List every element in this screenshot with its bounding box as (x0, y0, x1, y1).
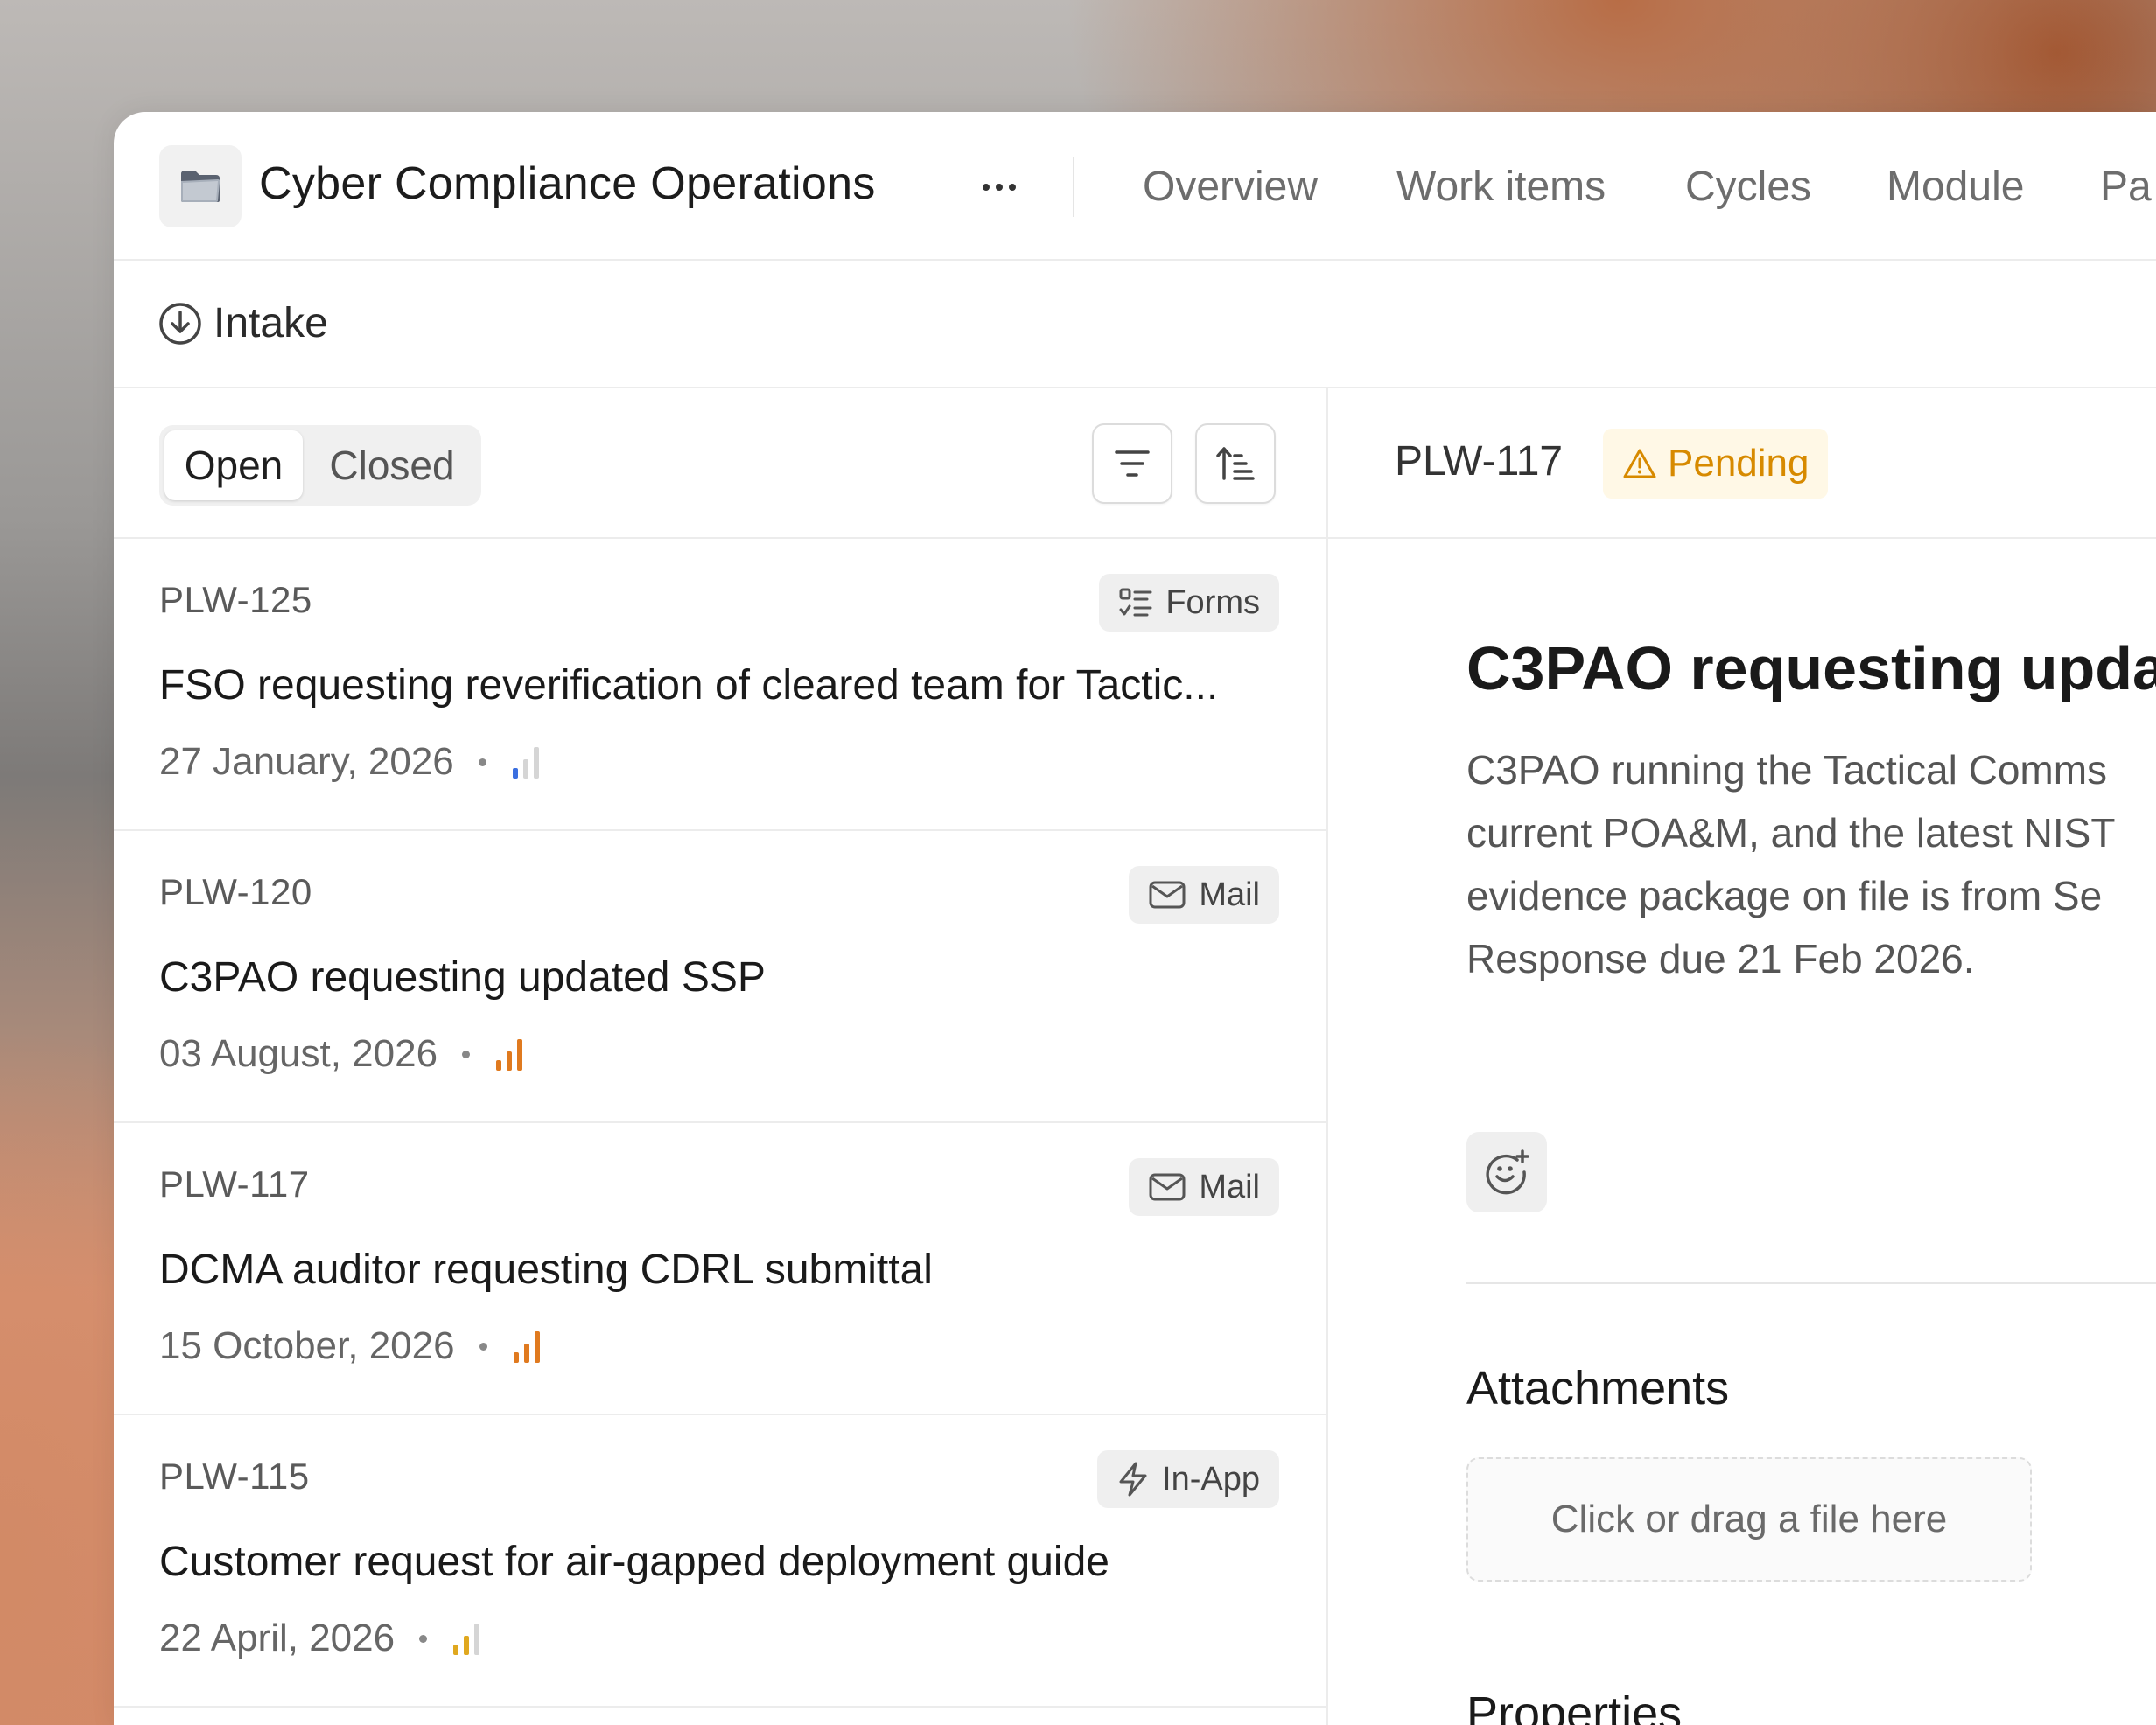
file-dropzone[interactable]: Click or drag a file here (1466, 1457, 2032, 1582)
item-meta: 15 October, 2026 (159, 1324, 543, 1368)
filter-icon (1115, 450, 1150, 477)
detail-panel: PLW-117 Pending C3PAO requesting updat C… (1328, 388, 2156, 1725)
intake-header: Intake (114, 261, 2156, 388)
tab-overview[interactable]: Overview (1143, 163, 1318, 211)
app-window: Cyber Compliance Operations Overview Wor… (114, 112, 2156, 1725)
mail-icon (1149, 881, 1186, 909)
separator-dot (462, 1050, 471, 1058)
segment-open[interactable]: Open (164, 430, 303, 500)
detail-title[interactable]: C3PAO requesting updat (1466, 633, 2156, 703)
item-title: FSO requesting reverification of cleared… (159, 662, 1219, 709)
tab-cycles[interactable]: Cycles (1685, 163, 1811, 211)
list-item[interactable]: PLW-115 In-App Customer request for air-… (114, 1415, 1326, 1708)
tab-work-items[interactable]: Work items (1396, 163, 1606, 211)
item-date: 27 January, 2026 (159, 740, 454, 783)
folder-icon[interactable] (159, 145, 242, 227)
detail-description[interactable]: C3PAO running the Tactical Comms current… (1466, 738, 2156, 990)
intake-title: Intake (214, 300, 328, 346)
source-label: Forms (1166, 583, 1260, 621)
list-item[interactable]: PLW-117 Mail DCMA auditor requesting CDR… (114, 1123, 1326, 1415)
separator-dot (479, 1342, 487, 1351)
warning-icon (1623, 449, 1656, 478)
item-meta: 27 January, 2026 (159, 740, 542, 784)
intake-list-panel: Open Closed PLW-125 Forms FSO requesting… (114, 388, 1328, 1725)
project-title[interactable]: Cyber Compliance Operations (259, 157, 876, 210)
item-id: PLW-117 (159, 1163, 310, 1205)
more-icon (983, 184, 1016, 191)
source-badge: Mail (1129, 1158, 1279, 1216)
item-id: PLW-125 (159, 579, 312, 620)
source-label: In-App (1162, 1460, 1260, 1498)
header-divider (1073, 157, 1074, 217)
more-options-button[interactable] (973, 168, 1026, 206)
add-emoji-icon (1486, 1149, 1530, 1195)
intake-icon (159, 303, 201, 345)
item-title: C3PAO requesting updated SSP (159, 954, 766, 1001)
source-label: Mail (1199, 1168, 1260, 1205)
detail-toolbar: PLW-117 Pending (1328, 388, 2156, 539)
source-badge: In-App (1097, 1450, 1279, 1508)
list-item[interactable]: PLW-120 Mail C3PAO requesting updated SS… (114, 831, 1326, 1123)
attachments-heading: Attachments (1466, 1362, 1730, 1414)
tab-module[interactable]: Module (1886, 163, 2024, 211)
list-item[interactable]: PLW-125 Forms FSO requesting reverificat… (114, 539, 1326, 831)
list-toolbar: Open Closed (114, 388, 1326, 539)
status-badge[interactable]: Pending (1603, 429, 1829, 499)
add-reaction-button[interactable] (1466, 1132, 1547, 1212)
item-meta: 22 April, 2026 (159, 1617, 483, 1660)
description-line: Response due 21 Feb 2026. (1466, 936, 1975, 981)
properties-heading: Properties (1466, 1687, 1683, 1725)
item-title: DCMA auditor requesting CDRL submittal (159, 1247, 933, 1293)
item-date: 22 April, 2026 (159, 1617, 396, 1659)
filter-button[interactable] (1092, 423, 1172, 504)
source-badge: Mail (1129, 866, 1279, 924)
priority-medium-icon (453, 1624, 480, 1655)
source-badge: Forms (1099, 574, 1279, 632)
item-title: Customer request for air-gapped deployme… (159, 1539, 1110, 1585)
priority-high-icon (513, 1331, 540, 1363)
sort-button[interactable] (1195, 423, 1276, 504)
segment-closed[interactable]: Closed (313, 430, 471, 500)
item-meta: 03 August, 2026 (159, 1032, 526, 1076)
forms-icon (1119, 588, 1152, 617)
section-divider (1466, 1282, 2156, 1284)
sort-ascending-icon (1216, 447, 1255, 480)
status-label: Pending (1668, 442, 1810, 485)
source-label: Mail (1199, 876, 1260, 913)
item-id: PLW-120 (159, 871, 312, 912)
priority-high-icon (496, 1039, 523, 1071)
mail-icon (1149, 1173, 1186, 1201)
description-line: evidence package on file is from Se (1466, 873, 2103, 918)
open-closed-toggle: Open Closed (159, 425, 481, 506)
project-header: Cyber Compliance Operations Overview Wor… (114, 112, 2156, 261)
separator-dot (478, 758, 486, 766)
tab-pages[interactable]: Pa (2100, 163, 2152, 211)
item-id: PLW-115 (159, 1456, 310, 1497)
detail-id: PLW-117 (1395, 438, 1564, 485)
priority-low-icon (512, 747, 539, 779)
lightning-icon (1119, 1462, 1147, 1497)
separator-dot (419, 1634, 428, 1643)
description-line: current POA&M, and the latest NIST (1466, 810, 2116, 856)
item-date: 15 October, 2026 (159, 1324, 455, 1367)
description-line: C3PAO running the Tactical Comms (1466, 747, 2108, 793)
item-date: 03 August, 2026 (159, 1032, 438, 1075)
